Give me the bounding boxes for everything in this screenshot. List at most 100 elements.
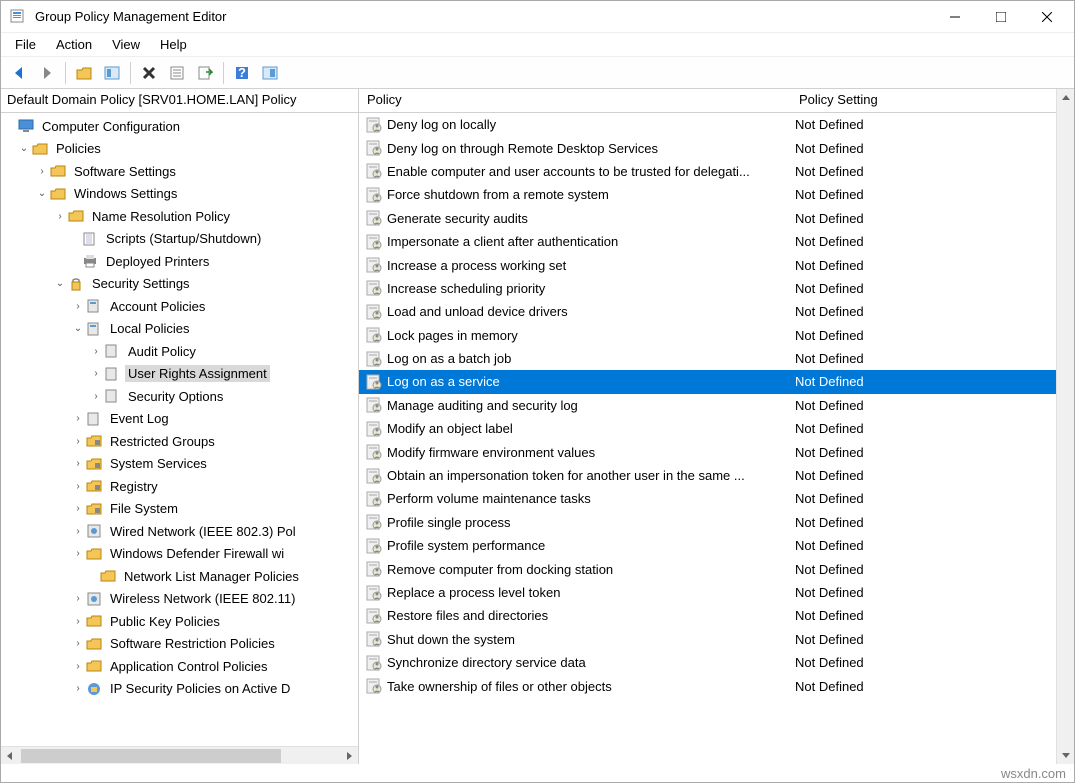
forward-button[interactable] (35, 61, 59, 85)
policy-row[interactable]: Manage auditing and security logNot Defi… (359, 394, 1056, 417)
policy-row[interactable]: Deny log on through Remote Desktop Servi… (359, 136, 1056, 159)
scroll-track[interactable] (19, 747, 340, 765)
tree-node-software-settings[interactable]: ›Software Settings (1, 160, 358, 183)
collapse-icon[interactable]: ⌄ (17, 142, 31, 156)
expand-icon[interactable]: › (35, 164, 49, 178)
tree-node-account-policies[interactable]: ›Account Policies (1, 295, 358, 318)
expand-icon[interactable]: › (71, 659, 85, 673)
policy-row[interactable]: Force shutdown from a remote systemNot D… (359, 183, 1056, 206)
policy-row[interactable]: Restore files and directoriesNot Defined (359, 604, 1056, 627)
expand-icon[interactable]: › (53, 209, 67, 223)
expand-icon[interactable]: › (71, 457, 85, 471)
filter-button[interactable] (258, 61, 282, 85)
tree-node-softrest[interactable]: ›Software Restriction Policies (1, 633, 358, 656)
policy-row[interactable]: Obtain an impersonation token for anothe… (359, 464, 1056, 487)
show-scope-button[interactable] (100, 61, 124, 85)
tree-node-scripts[interactable]: Scripts (Startup/Shutdown) (1, 228, 358, 251)
policy-row[interactable]: Log on as a batch jobNot Defined (359, 347, 1056, 370)
tree-body[interactable]: Computer Configuration ⌄Policies ›Softwa… (1, 113, 358, 746)
tree-node-appctrl[interactable]: ›Application Control Policies (1, 655, 358, 678)
expand-icon[interactable]: › (89, 367, 103, 381)
tree-node-policies[interactable]: ⌄Policies (1, 138, 358, 161)
tree-node-netlist[interactable]: Network List Manager Policies (1, 565, 358, 588)
policy-row[interactable]: Profile single processNot Defined (359, 511, 1056, 534)
expand-icon[interactable]: › (71, 502, 85, 516)
tree-node-computer-configuration[interactable]: Computer Configuration (1, 115, 358, 138)
expand-icon[interactable]: › (89, 389, 103, 403)
policy-row[interactable]: Modify firmware environment valuesNot De… (359, 440, 1056, 463)
tree-node-ipsec[interactable]: ›IP Security Policies on Active D (1, 678, 358, 701)
expand-icon[interactable]: › (71, 479, 85, 493)
expand-icon[interactable]: › (71, 299, 85, 313)
expand-icon[interactable]: › (89, 344, 103, 358)
expand-icon[interactable]: › (71, 524, 85, 538)
tree-node-file-system[interactable]: ›File System (1, 498, 358, 521)
tree-node-system-services[interactable]: ›System Services (1, 453, 358, 476)
policy-row[interactable]: Increase scheduling priorityNot Defined (359, 277, 1056, 300)
titlebar[interactable]: Group Policy Management Editor (1, 1, 1074, 33)
expand-icon[interactable]: › (71, 592, 85, 606)
tree-node-user-rights-assignment[interactable]: ›User Rights Assignment (1, 363, 358, 386)
scroll-up-icon[interactable] (1057, 89, 1074, 107)
tree-node-audit-policy[interactable]: ›Audit Policy (1, 340, 358, 363)
tree-horizontal-scrollbar[interactable] (1, 746, 358, 764)
tree-node-wired-network[interactable]: ›Wired Network (IEEE 802.3) Pol (1, 520, 358, 543)
policy-row[interactable]: Log on as a serviceNot Defined (359, 370, 1056, 393)
policy-row[interactable]: Impersonate a client after authenticatio… (359, 230, 1056, 253)
column-header-setting[interactable]: Policy Setting (791, 89, 1056, 112)
policy-row[interactable]: Lock pages in memoryNot Defined (359, 324, 1056, 347)
scroll-thumb[interactable] (21, 749, 281, 763)
delete-button[interactable] (137, 61, 161, 85)
export-button[interactable] (193, 61, 217, 85)
properties-button[interactable] (165, 61, 189, 85)
tree-node-event-log[interactable]: ›Event Log (1, 408, 358, 431)
tree-node-firewall[interactable]: ›Windows Defender Firewall wi (1, 543, 358, 566)
tree-node-security-options[interactable]: ›Security Options (1, 385, 358, 408)
policy-row[interactable]: Modify an object labelNot Defined (359, 417, 1056, 440)
policy-row[interactable]: Generate security auditsNot Defined (359, 207, 1056, 230)
collapse-icon[interactable]: ⌄ (35, 187, 49, 201)
menu-action[interactable]: Action (48, 35, 100, 54)
policy-row[interactable]: Shut down the systemNot Defined (359, 628, 1056, 651)
tree-node-pubkey[interactable]: ›Public Key Policies (1, 610, 358, 633)
menu-help[interactable]: Help (152, 35, 195, 54)
expand-icon[interactable]: › (71, 614, 85, 628)
policy-row[interactable]: Enable computer and user accounts to be … (359, 160, 1056, 183)
tree-node-local-policies[interactable]: ⌄Local Policies (1, 318, 358, 341)
tree-header[interactable]: Default Domain Policy [SRV01.HOME.LAN] P… (1, 89, 358, 113)
tree-node-windows-settings[interactable]: ⌄Windows Settings (1, 183, 358, 206)
list-vertical-scrollbar[interactable] (1056, 89, 1074, 764)
scroll-down-icon[interactable] (1057, 746, 1074, 764)
column-header-policy[interactable]: Policy (359, 89, 791, 112)
policy-row[interactable]: Remove computer from docking stationNot … (359, 557, 1056, 580)
maximize-button[interactable] (978, 2, 1024, 32)
expand-icon[interactable]: › (71, 434, 85, 448)
collapse-icon[interactable]: ⌄ (71, 322, 85, 336)
scroll-track[interactable] (1057, 107, 1074, 746)
collapse-icon[interactable]: ⌄ (53, 277, 67, 291)
expand-icon[interactable]: › (71, 637, 85, 651)
tree-node-restricted-groups[interactable]: ›Restricted Groups (1, 430, 358, 453)
tree-node-wireless[interactable]: ›Wireless Network (IEEE 802.11) (1, 588, 358, 611)
policy-row[interactable]: Load and unload device driversNot Define… (359, 300, 1056, 323)
close-button[interactable] (1024, 2, 1070, 32)
expand-icon[interactable]: › (71, 682, 85, 696)
expand-icon[interactable]: › (71, 547, 85, 561)
help-button[interactable]: ? (230, 61, 254, 85)
scroll-left-icon[interactable] (1, 747, 19, 765)
minimize-button[interactable] (932, 2, 978, 32)
expand-icon[interactable]: › (71, 412, 85, 426)
policy-row[interactable]: Increase a process working setNot Define… (359, 253, 1056, 276)
list-body[interactable]: Deny log on locallyNot DefinedDeny log o… (359, 113, 1056, 764)
tree-node-registry[interactable]: ›Registry (1, 475, 358, 498)
policy-row[interactable]: Replace a process level tokenNot Defined (359, 581, 1056, 604)
back-button[interactable] (7, 61, 31, 85)
scroll-right-icon[interactable] (340, 747, 358, 765)
policy-row[interactable]: Synchronize directory service dataNot De… (359, 651, 1056, 674)
menu-file[interactable]: File (7, 35, 44, 54)
expand-icon[interactable] (3, 119, 17, 133)
policy-row[interactable]: Profile system performanceNot Defined (359, 534, 1056, 557)
tree-node-security-settings[interactable]: ⌄Security Settings (1, 273, 358, 296)
policy-row[interactable]: Perform volume maintenance tasksNot Defi… (359, 487, 1056, 510)
tree-node-printers[interactable]: Deployed Printers (1, 250, 358, 273)
